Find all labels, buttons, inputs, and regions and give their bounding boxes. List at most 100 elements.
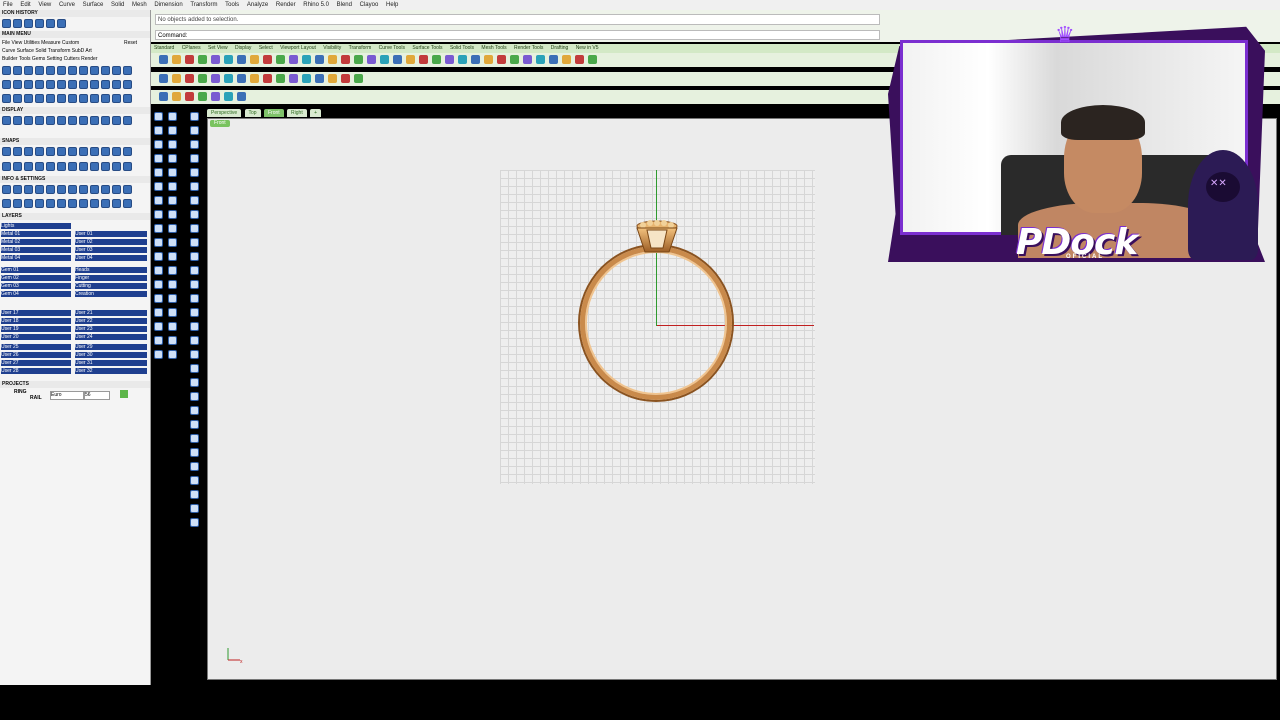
settings-icon[interactable] — [13, 199, 22, 208]
layer-row[interactable]: User 29 — [75, 344, 147, 350]
history-icon[interactable] — [57, 19, 66, 28]
tool-palette-icon[interactable] — [154, 238, 163, 247]
toolbar-button-icon[interactable] — [172, 55, 181, 64]
snap-icon[interactable] — [68, 147, 77, 156]
settings-icon[interactable] — [123, 185, 132, 194]
menu-clayoo[interactable]: Clayoo — [360, 2, 379, 8]
layer-row[interactable]: User 02 — [75, 239, 147, 245]
tool-palette-icon[interactable] — [168, 308, 177, 317]
tab-solid-tools[interactable]: Solid Tools — [450, 45, 474, 51]
snap-icon[interactable] — [46, 162, 55, 171]
tool-icon[interactable] — [13, 80, 22, 89]
settings-icon[interactable] — [101, 199, 110, 208]
layer-row[interactable]: User 20 — [1, 334, 71, 340]
settings-icon[interactable] — [90, 185, 99, 194]
toolbar-button-icon[interactable] — [250, 55, 259, 64]
settings-icon[interactable] — [24, 185, 33, 194]
tool-palette-icon[interactable] — [190, 252, 199, 261]
toolbar-button-icon[interactable] — [432, 55, 441, 64]
layer-row[interactable]: Gem 03 — [1, 283, 71, 289]
tool-icon[interactable] — [2, 94, 11, 103]
layer-row[interactable]: User 24 — [75, 334, 147, 340]
tool-palette-icon[interactable] — [190, 420, 199, 429]
tool-palette-icon[interactable] — [168, 238, 177, 247]
toolbar-button-icon[interactable] — [224, 92, 233, 101]
toolbar-button-icon[interactable] — [419, 55, 428, 64]
menu-analyze[interactable]: Analyze — [247, 2, 268, 8]
layer-row[interactable]: Gem 01 — [1, 267, 71, 273]
tool-palette-icon[interactable] — [190, 462, 199, 471]
settings-icon[interactable] — [68, 199, 77, 208]
tool-palette-icon[interactable] — [168, 350, 177, 359]
toolbar-button-icon[interactable] — [328, 74, 337, 83]
menu-blend[interactable]: Blend — [337, 2, 352, 8]
tool-palette-icon[interactable] — [168, 336, 177, 345]
settings-icon[interactable] — [46, 185, 55, 194]
snap-icon[interactable] — [101, 162, 110, 171]
tab-select[interactable]: Select — [259, 45, 273, 51]
display-mode-icon[interactable] — [90, 116, 99, 125]
tool-icon[interactable] — [24, 66, 33, 75]
viewport-tab-front[interactable]: Front — [263, 109, 284, 117]
toolbar-button-icon[interactable] — [588, 55, 597, 64]
toolbar-button-icon[interactable] — [302, 55, 311, 64]
tool-palette-icon[interactable] — [168, 224, 177, 233]
toolbar-button-icon[interactable] — [549, 55, 558, 64]
layer-row[interactable]: Creation — [75, 291, 147, 297]
tool-icon[interactable] — [68, 66, 77, 75]
display-mode-icon[interactable] — [35, 116, 44, 125]
tool-palette-icon[interactable] — [154, 322, 163, 331]
toolbar-button-icon[interactable] — [185, 92, 194, 101]
toolbar-button-icon[interactable] — [289, 55, 298, 64]
tab-viewport-layout[interactable]: Viewport Layout — [280, 45, 316, 51]
snap-icon[interactable] — [90, 162, 99, 171]
settings-icon[interactable] — [112, 185, 121, 194]
tool-icon[interactable] — [90, 80, 99, 89]
tool-palette-icon[interactable] — [154, 280, 163, 289]
projects-header[interactable]: PROJECTS — [0, 381, 150, 388]
ring-band-model[interactable] — [580, 246, 732, 400]
settings-icon[interactable] — [123, 199, 132, 208]
toolbar-button-icon[interactable] — [224, 74, 233, 83]
toolbar-button-icon[interactable] — [159, 92, 168, 101]
layer-row[interactable]: Cutting — [75, 283, 147, 289]
add-viewport-tab-icon[interactable]: + — [310, 109, 322, 117]
tool-palette-icon[interactable] — [190, 126, 199, 135]
snap-icon[interactable] — [123, 162, 132, 171]
tool-palette-icon[interactable] — [190, 294, 199, 303]
tab-new-in-v5[interactable]: New in V5 — [576, 45, 599, 51]
layer-row[interactable]: Lights — [1, 223, 71, 229]
layer-row[interactable]: Heads — [75, 267, 147, 273]
menu-rhino[interactable]: Rhino 5.0 — [303, 2, 329, 8]
layer-row[interactable]: Metal 04 — [1, 255, 71, 261]
tool-palette-icon[interactable] — [190, 476, 199, 485]
history-icon[interactable] — [35, 19, 44, 28]
tool-palette-icon[interactable] — [168, 168, 177, 177]
tool-palette-icon[interactable] — [154, 308, 163, 317]
tool-palette-icon[interactable] — [190, 112, 199, 121]
toolbar-button-icon[interactable] — [159, 55, 168, 64]
layer-row[interactable]: User 30 — [75, 352, 147, 358]
tool-palette-icon[interactable] — [154, 168, 163, 177]
tool-icon[interactable] — [123, 94, 132, 103]
tool-palette-icon[interactable] — [168, 280, 177, 289]
display-mode-icon[interactable] — [24, 116, 33, 125]
snap-icon[interactable] — [2, 162, 11, 171]
tool-icon[interactable] — [68, 94, 77, 103]
menu-solid[interactable]: Solid — [111, 2, 124, 8]
toolbar-button-icon[interactable] — [354, 74, 363, 83]
toolbar-button-icon[interactable] — [302, 74, 311, 83]
display-mode-icon[interactable] — [13, 116, 22, 125]
tool-palette-icon[interactable] — [154, 210, 163, 219]
toolbar-button-icon[interactable] — [198, 74, 207, 83]
tool-palette-icon[interactable] — [190, 448, 199, 457]
viewport-tab-right[interactable]: Right — [287, 109, 307, 117]
toolbar-button-icon[interactable] — [510, 55, 519, 64]
menu-render[interactable]: Render — [276, 2, 296, 8]
toolbar-button-icon[interactable] — [237, 92, 246, 101]
settings-icon[interactable] — [35, 185, 44, 194]
menu-mesh[interactable]: Mesh — [132, 2, 147, 8]
toolbar-button-icon[interactable] — [185, 74, 194, 83]
toolbar-button-icon[interactable] — [497, 55, 506, 64]
toolbar-button-icon[interactable] — [289, 74, 298, 83]
